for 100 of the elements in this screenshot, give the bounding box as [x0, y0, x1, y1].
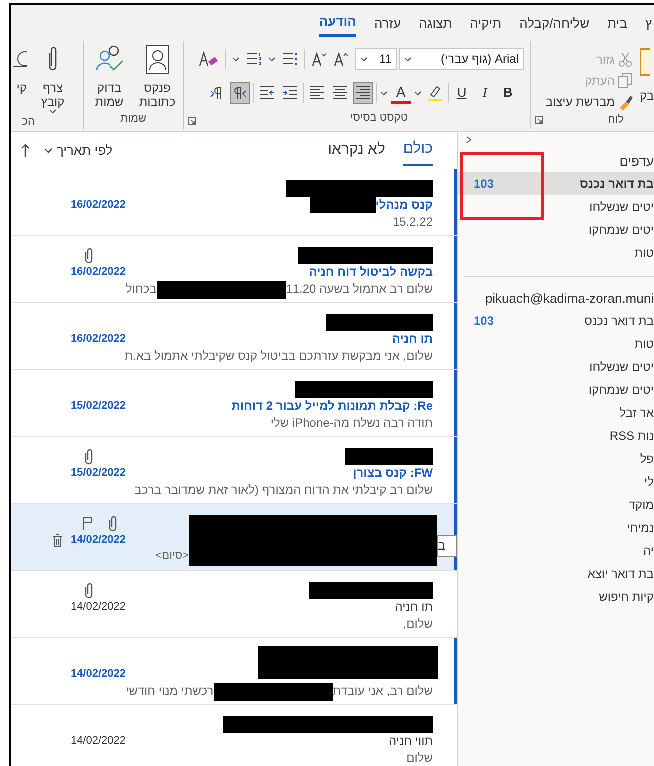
message-preview: רכשתי מנוי חודשי: [126, 683, 214, 700]
painter-button[interactable]: מברשת עיצוב: [546, 93, 634, 111]
scissors-icon: [618, 52, 634, 68]
grow-font-icon[interactable]: [333, 51, 349, 67]
numbered-list-icon[interactable]: [246, 52, 262, 66]
folder-item[interactable]: יטים שנמחקו: [458, 378, 654, 401]
tooltip: ב: [437, 535, 457, 557]
caret-icon[interactable]: [232, 56, 240, 62]
font-name-field[interactable]: Arial (גוף עברי): [399, 48, 524, 70]
folder-item[interactable]: טות: [458, 332, 654, 355]
message-subject: FW: קנס בצורן: [353, 465, 433, 482]
unread-count: 103: [474, 312, 494, 330]
align-right-icon: [355, 85, 371, 101]
check-names-button[interactable]: בדוק שמות: [88, 45, 130, 109]
caret-icon: [360, 56, 368, 62]
attach-file-button[interactable]: צרף קובץ: [33, 45, 73, 114]
message-date: 15/02/2022: [70, 399, 126, 414]
folder-item[interactable]: יטים שנמחקו: [458, 218, 654, 241]
message-preview: שלום רב אתמול בשעה 11.20: [286, 281, 433, 298]
caret-icon[interactable]: [268, 56, 276, 62]
trash-icon[interactable]: [52, 534, 63, 548]
font-color-button[interactable]: A: [391, 82, 411, 104]
collapse-chevron-icon[interactable]: [466, 136, 472, 144]
highlight-icon: [427, 85, 443, 101]
align-left-icon: [309, 85, 325, 101]
dialog-launcher-icon[interactable]: [535, 116, 544, 124]
bold-button[interactable]: B: [498, 82, 518, 104]
folder-item[interactable]: פל: [458, 447, 654, 470]
signature-button[interactable]: קי: [13, 45, 27, 114]
ribbon-tab[interactable]: בית: [608, 7, 628, 37]
outdent-icon: [259, 85, 275, 101]
paste-button[interactable]: בק: [640, 87, 654, 105]
bullet-list-icon[interactable]: [282, 52, 298, 66]
folder-item[interactable]: יטים שנשלחו: [458, 355, 654, 378]
rtl-button[interactable]: [230, 82, 250, 104]
message-preview: בכחול: [126, 281, 157, 298]
message-preview: תודה רבה נשלח מה-iPhone שלי: [270, 415, 433, 432]
caret-icon[interactable]: [414, 90, 422, 96]
folder-item[interactable]: יטים שנשלחו: [458, 195, 654, 218]
shrink-font-icon[interactable]: [311, 51, 327, 67]
contact-card-icon: [144, 45, 172, 75]
message-preview: שלום: [406, 750, 433, 766]
flag-icon[interactable]: [83, 517, 93, 530]
message-subject: תו חניה: [392, 331, 433, 348]
message-preview: שלום,: [403, 616, 433, 633]
folder-item[interactable]: לי: [458, 470, 654, 493]
folder-section-header[interactable]: עדפים: [458, 146, 654, 171]
message-subject: Re: קבלת תמונות למייל עבור 2 דוחות: [232, 398, 433, 415]
folder-item[interactable]: מוקד: [458, 493, 654, 516]
message-date: 14/02/2022: [70, 667, 126, 682]
folder-item[interactable]: נמיחי: [458, 516, 654, 539]
group-label: שמות: [120, 112, 147, 127]
sort-arrow-icon[interactable]: [21, 144, 30, 158]
clipboard-icon[interactable]: [640, 47, 650, 77]
message-date: 16/02/2022: [70, 265, 126, 280]
folder-item[interactable]: אר זבל: [458, 401, 654, 424]
message-date: 16/02/2022: [70, 332, 126, 348]
message-date: 16/02/2022: [70, 198, 126, 214]
font-size-field[interactable]: 11: [355, 48, 397, 70]
folder-item[interactable]: נות RSS: [458, 424, 654, 447]
message-preview: <סיום>: [156, 549, 189, 564]
folder-item[interactable]: יה: [458, 539, 654, 562]
group-label: לוח: [608, 112, 624, 128]
underline-button[interactable]: U: [452, 82, 472, 104]
italic-button[interactable]: I: [475, 82, 495, 104]
ribbon-tab[interactable]: תיקיה: [470, 7, 502, 37]
sort-dropdown[interactable]: לפי תאריך: [44, 140, 113, 160]
copy-icon: [618, 73, 634, 89]
filter-tab[interactable]: לא נקראו: [328, 136, 386, 166]
caret-icon[interactable]: [49, 109, 57, 114]
message-subject: בקשה לביטול דוח חניה: [309, 264, 433, 281]
message-subject: תו חניה: [395, 599, 433, 616]
brush-icon: [618, 94, 634, 110]
align-center-icon: [332, 85, 348, 101]
caret-icon[interactable]: [380, 90, 388, 96]
ribbon-tab[interactable]: תצוגה: [419, 7, 452, 37]
message-date: 14/02/2022: [70, 600, 126, 616]
indent-icon: [282, 85, 298, 101]
ribbon-tab[interactable]: עזרה: [374, 7, 402, 37]
folder-section-header[interactable]: pikuach@kadima-zoran.muni: [458, 283, 654, 308]
address-book-button[interactable]: פנקס כתובות: [136, 45, 178, 109]
ribbon-tab[interactable]: ץ: [645, 7, 652, 37]
message-preview: שלום רב, אני עובדת: [332, 683, 433, 700]
folder-item[interactable]: קיות חיפוש: [458, 585, 654, 608]
caret-icon: [404, 56, 412, 62]
ribbon-tab[interactable]: שליחה/קבלה: [520, 7, 590, 37]
clear-formatting-icon[interactable]: [199, 50, 219, 68]
message-date: 15/02/2022: [70, 466, 126, 482]
ribbon-tab[interactable]: הודעה: [319, 7, 356, 37]
folder-item[interactable]: בת דואר יוצא: [458, 562, 654, 585]
message-subject: תווי חניה: [388, 733, 433, 750]
rtl-icon: [232, 85, 248, 101]
dialog-launcher-icon[interactable]: [188, 117, 197, 126]
message-date: 14/02/2022: [70, 734, 126, 750]
message-preview: שלום רב קיבלתי את הדוח המצורף (לאור זאת שמדובר ברכב: [134, 482, 433, 499]
align-right-button[interactable]: [353, 82, 373, 104]
folder-item[interactable]: טות: [458, 241, 654, 264]
filter-tab[interactable]: כולם: [403, 136, 433, 166]
group-label: הכ: [22, 115, 35, 129]
message-preview: 15.2.22: [392, 214, 433, 231]
